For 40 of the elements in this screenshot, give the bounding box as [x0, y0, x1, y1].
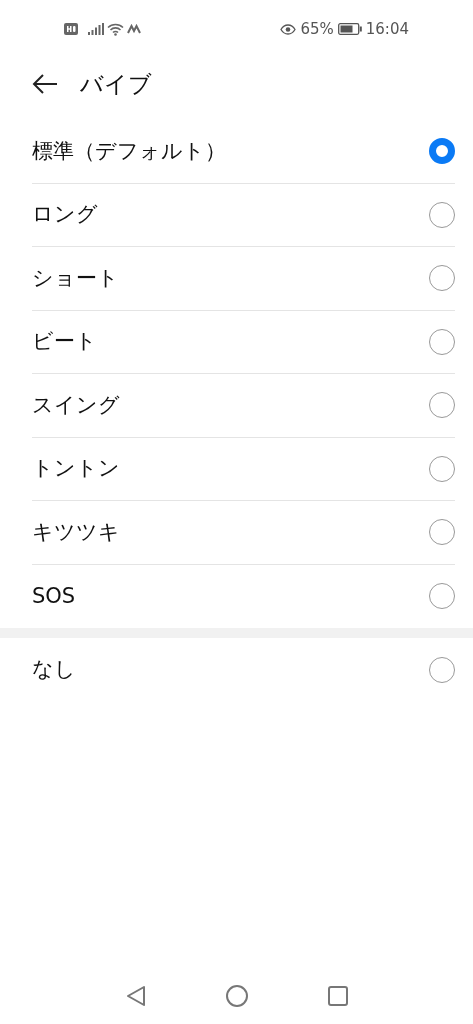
- clock-time: 16:04: [365, 18, 409, 40]
- back-icon[interactable]: [125, 985, 146, 1007]
- option-row[interactable]: トントン: [32, 437, 455, 501]
- wifi-icon: [107, 22, 124, 36]
- radio-button[interactable]: [429, 519, 455, 546]
- option-label: ショート: [32, 264, 119, 292]
- option-label: SOS: [32, 582, 76, 610]
- option-row[interactable]: ショート: [32, 247, 455, 311]
- option-row[interactable]: ロング: [32, 183, 455, 247]
- option-row[interactable]: キツツキ: [32, 501, 455, 565]
- recents-icon[interactable]: [327, 986, 348, 1006]
- option-label: なし: [32, 656, 76, 683]
- option-label: キツツキ: [32, 518, 120, 546]
- battery-percent: 65%: [300, 18, 334, 40]
- back-arrow-icon[interactable]: [32, 73, 58, 95]
- radio-button[interactable]: [429, 392, 455, 419]
- option-row[interactable]: SOS: [32, 564, 455, 628]
- radio-button[interactable]: [429, 201, 455, 228]
- radio-button[interactable]: [429, 265, 455, 292]
- radio-button[interactable]: [429, 583, 455, 610]
- option-label: トントン: [32, 455, 120, 482]
- option-row[interactable]: 標準（デフォルト）: [32, 120, 455, 184]
- option-row[interactable]: なし: [32, 638, 455, 702]
- page-title: バイブ: [80, 69, 152, 99]
- option-label: 標準（デフォルト）: [32, 137, 226, 165]
- option-label: ロング: [32, 201, 98, 228]
- radio-button[interactable]: [429, 455, 455, 482]
- network-icon: [127, 24, 141, 34]
- option-label: スイング: [32, 391, 120, 419]
- option-row[interactable]: ビート: [32, 310, 455, 374]
- option-label: ビート: [32, 328, 97, 355]
- signal-icon: [88, 23, 104, 35]
- eye-icon: [280, 23, 297, 35]
- option-row[interactable]: スイング: [32, 374, 455, 438]
- home-icon[interactable]: [225, 985, 248, 1007]
- radio-button[interactable]: [429, 138, 455, 165]
- radio-button[interactable]: [429, 328, 455, 355]
- battery-icon: [337, 23, 362, 35]
- hd-icon: [64, 23, 78, 35]
- radio-button[interactable]: [429, 656, 455, 683]
